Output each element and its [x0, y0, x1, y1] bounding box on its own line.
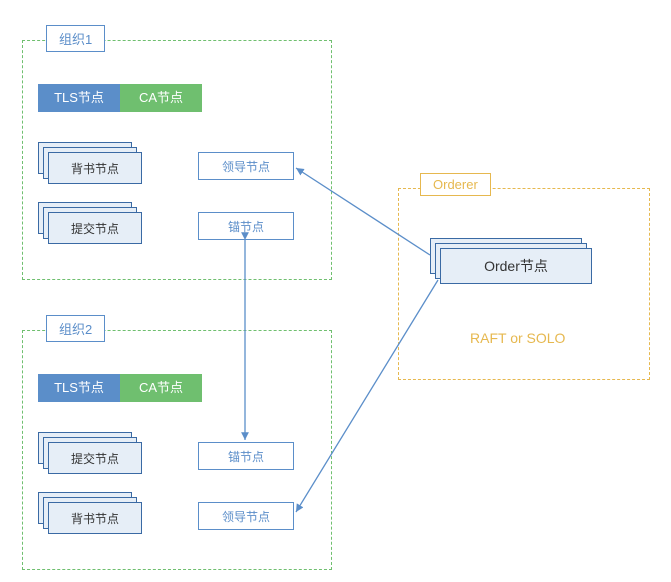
- org2-endorse-label: 背书节点: [48, 502, 142, 534]
- org2-tls-node: TLS节点: [38, 374, 120, 402]
- org1-ca-node: CA节点: [120, 84, 202, 112]
- orderer-title: Orderer: [420, 173, 491, 196]
- org2-commit-label: 提交节点: [48, 442, 142, 474]
- org2-anchor-node: 锚节点: [198, 442, 294, 470]
- org1-anchor-node: 锚节点: [198, 212, 294, 240]
- org1-commit-label: 提交节点: [48, 212, 142, 244]
- orderer-consensus: RAFT or SOLO: [470, 330, 565, 346]
- org1-endorse-label: 背书节点: [48, 152, 142, 184]
- org1-tls-node: TLS节点: [38, 84, 120, 112]
- org1-title: 组织1: [46, 25, 105, 52]
- org2-leader-node: 领导节点: [198, 502, 294, 530]
- org2-title: 组织2: [46, 315, 105, 342]
- orderer-node-label: Order节点: [440, 248, 592, 284]
- orderer-container: [398, 188, 650, 380]
- org2-ca-node: CA节点: [120, 374, 202, 402]
- org1-leader-node: 领导节点: [198, 152, 294, 180]
